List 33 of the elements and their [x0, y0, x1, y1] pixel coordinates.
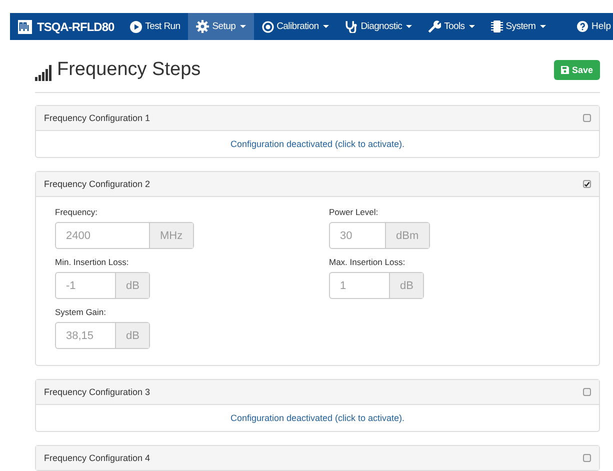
- help-icon: [577, 21, 588, 32]
- signal-icon: [35, 65, 52, 81]
- chip-icon: [490, 20, 503, 33]
- nav-tab[interactable]: Diagnostic: [336, 13, 420, 40]
- brand-name[interactable]: TSQA-RFLD80: [37, 20, 114, 34]
- checkbox[interactable]: [583, 114, 591, 122]
- stethoscope-icon: [344, 20, 358, 33]
- help-link[interactable]: Help: [577, 13, 613, 40]
- logo-icon: [18, 20, 32, 34]
- activate-link[interactable]: Configuration deactivated (click to activate).: [230, 413, 405, 423]
- nav-tab[interactable]: Test Run: [122, 13, 188, 40]
- target-icon: [262, 20, 274, 32]
- nav-tab[interactable]: Calibration: [254, 13, 337, 40]
- checkbox[interactable]: [583, 180, 591, 188]
- gear-icon: [196, 20, 210, 33]
- checkbox[interactable]: [583, 454, 591, 462]
- activate-link[interactable]: Configuration deactivated (click to activate).: [230, 139, 405, 149]
- nav-tab[interactable]: System: [482, 13, 554, 40]
- nav-tab[interactable]: Tools: [420, 13, 483, 40]
- panel-title: Frequency Configuration 4: [44, 453, 150, 463]
- wrench-icon: [428, 20, 442, 33]
- panel-title: Frequency Configuration 2: [44, 179, 150, 189]
- panel-title: Frequency Configuration 1: [44, 113, 150, 123]
- field-label: System Gain:: [55, 307, 106, 317]
- panel-title: Frequency Configuration 3: [44, 387, 150, 397]
- page-title: Frequency Steps: [57, 59, 201, 81]
- checkbox[interactable]: [583, 388, 591, 396]
- field-label: Max. Insertion Loss:: [329, 257, 406, 267]
- field-label: Frequency:: [55, 207, 98, 217]
- field-label: Min. Insertion Loss:: [55, 257, 129, 267]
- nav-tab[interactable]: Setup: [188, 13, 254, 40]
- field-label: Power Level:: [329, 207, 378, 217]
- play-icon: [130, 20, 142, 32]
